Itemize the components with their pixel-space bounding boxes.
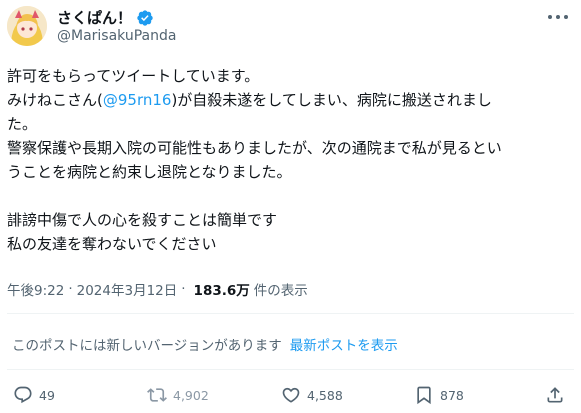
reply-count: 49	[39, 387, 55, 403]
like-count: 4,588	[307, 387, 343, 403]
retweet-icon	[147, 388, 167, 402]
heart-icon	[282, 387, 300, 403]
tweet-line: 私の友達を奪わないでください	[7, 235, 217, 253]
separator-dot: ·	[68, 281, 73, 297]
separator-dot: ·	[181, 281, 186, 297]
reply-icon	[14, 386, 32, 404]
notice-text: このポストには新しいバージョンがあります	[12, 338, 282, 354]
tweet-meta: 午後9:22 · 2024年3月12日 · 183.6万 件の表示	[7, 279, 308, 299]
reply-button[interactable]: 49	[13, 380, 55, 410]
share-icon	[547, 387, 563, 403]
bookmark-button[interactable]: 878	[414, 380, 464, 410]
mention-link[interactable]: @95rn16	[103, 91, 172, 109]
tweet-line: うことを病院と約束し退院となりました。	[7, 163, 292, 181]
divider	[7, 313, 574, 314]
view-latest-post-link[interactable]: 最新ポストを表示	[290, 338, 398, 354]
tweet-text-segment: みけねこさん(	[7, 91, 103, 109]
display-name[interactable]: さくぱん！	[57, 7, 132, 28]
tweet-text: 許可をもらってツイートしています。 みけねこさん(@95rn16)が自殺未遂をし…	[7, 64, 574, 256]
verified-badge-icon	[136, 9, 154, 27]
tweet-line: 許可をもらってツイートしています。	[7, 67, 260, 85]
tweet-line: た。	[7, 115, 38, 133]
retweet-count: 4,902	[173, 387, 209, 403]
tweet-line: みけねこさん(@95rn16)が自殺未遂をしてしまい、病院に搬送されまし	[7, 88, 574, 112]
tweet-header: さくぱん！ @MarisakuPanda	[7, 6, 574, 50]
share-button[interactable]	[545, 380, 565, 410]
retweet-button[interactable]: 4,902	[147, 380, 209, 410]
tweet-date[interactable]: 2024年3月12日	[77, 279, 178, 299]
tweet-line: 誹謗中傷で人の心を殺すことは簡単です	[7, 211, 278, 229]
name-row: さくぱん！	[57, 7, 154, 28]
like-button[interactable]: 4,588	[281, 380, 343, 410]
tweet-line: 警察保護や長期入院の可能性もありましたが、次の通院まで私が見るとい	[7, 139, 502, 157]
tweet-text-segment: )が自殺未遂をしてしまい、病院に搬送されまし	[171, 91, 492, 109]
tweet-time[interactable]: 午後9:22	[7, 279, 64, 299]
bookmark-icon	[417, 386, 431, 405]
bookmark-count: 878	[440, 387, 464, 403]
more-options-icon[interactable]	[548, 14, 568, 20]
views-count: 183.6万	[193, 283, 250, 299]
avatar[interactable]	[7, 6, 47, 46]
divider	[7, 369, 574, 370]
user-handle[interactable]: @MarisakuPanda	[57, 28, 176, 44]
action-bar: 49 4,902 4,588 878	[7, 380, 574, 410]
views-label: 件の表示	[253, 283, 308, 299]
new-version-notice: このポストには新しいバージョンがあります 最新ポストを表示	[12, 334, 398, 354]
